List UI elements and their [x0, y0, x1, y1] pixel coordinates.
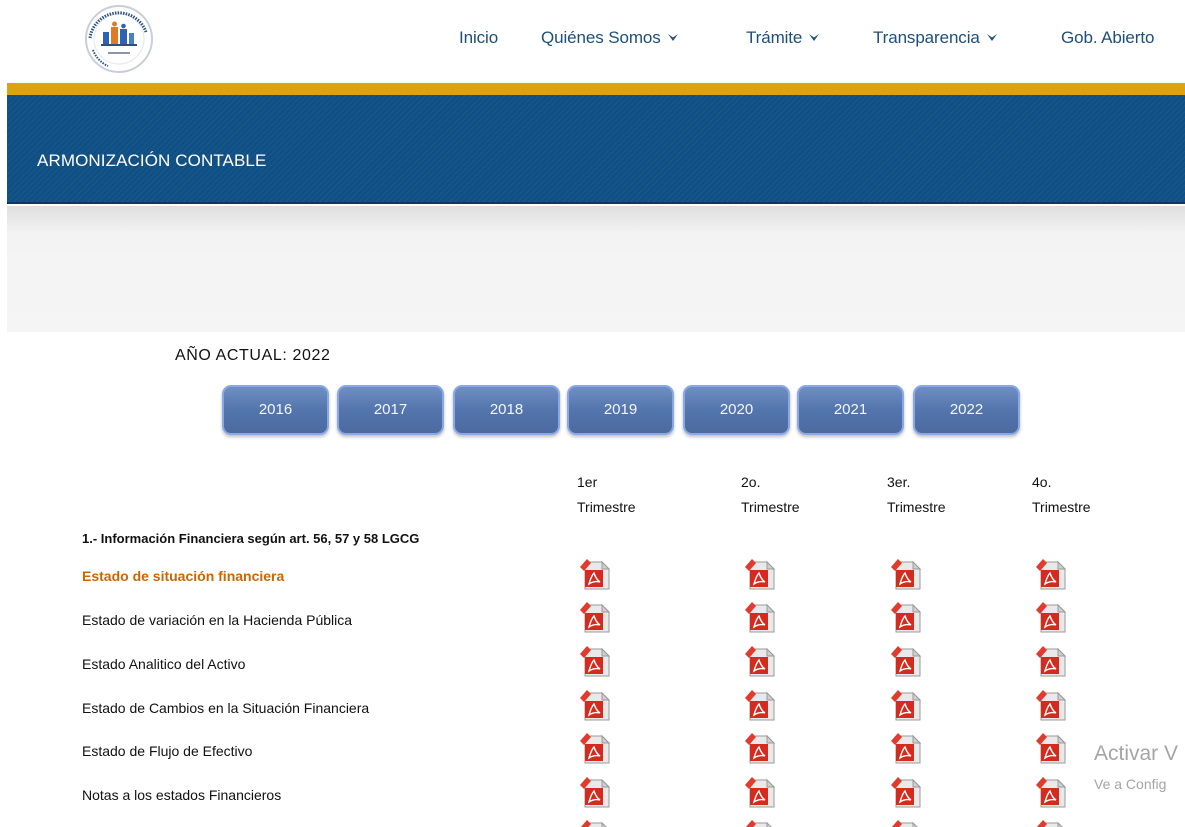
pdf-file-icon[interactable]	[889, 689, 922, 722]
column-header-line2: Trimestre	[1032, 499, 1091, 515]
pdf-file-icon[interactable]	[889, 819, 922, 827]
pdf-file-icon[interactable]	[889, 645, 922, 678]
row-label-flujo-efectivo: Estado de Flujo de Efectivo	[82, 743, 253, 759]
chevron-down-icon	[667, 34, 678, 41]
column-header-line1: 2o.	[741, 474, 761, 490]
row-label-estado-situacion-financiera[interactable]: Estado de situación financiera	[82, 568, 284, 584]
pdf-file-icon[interactable]	[578, 819, 611, 827]
pdf-file-icon[interactable]	[578, 558, 611, 591]
pdf-file-icon[interactable]	[889, 558, 922, 591]
nav-label: Transparencia	[873, 28, 980, 47]
nav-item-quienes-somos[interactable]: Quiénes Somos	[541, 28, 679, 48]
pdf-file-icon[interactable]	[1034, 558, 1067, 591]
column-header-q3: 3er. Trimestre	[887, 470, 987, 520]
column-header-q1: 1er Trimestre	[577, 470, 677, 520]
pdf-file-icon[interactable]	[1034, 645, 1067, 678]
main-nav: Inicio Quiénes Somos Trámite Transparenc…	[0, 28, 1185, 54]
section-heading: 1.- Información Financiera según art. 56…	[82, 531, 420, 546]
pdf-file-icon[interactable]	[743, 558, 776, 591]
pdf-file-icon[interactable]	[1034, 819, 1067, 827]
row-label-variacion-hacienda-publica: Estado de variación en la Hacienda Públi…	[82, 612, 353, 628]
pdf-file-icon[interactable]	[889, 732, 922, 765]
accent-strip	[7, 83, 1185, 95]
row-label-notas-estados-financieros: Notas a los estados Financieros	[82, 787, 282, 803]
nav-label: Inicio	[459, 28, 499, 47]
nav-item-gob-abierto[interactable]: Gob. Abierto	[1061, 28, 1154, 48]
pdf-file-icon[interactable]	[889, 776, 922, 809]
pdf-file-icon[interactable]	[1034, 689, 1067, 722]
chevron-down-icon	[809, 34, 820, 41]
column-header-line1: 4o.	[1032, 474, 1052, 490]
pdf-file-icon[interactable]	[578, 601, 611, 634]
year-button-2019[interactable]: 2019	[567, 385, 674, 435]
pdf-file-icon[interactable]	[743, 689, 776, 722]
column-header-line2: Trimestre	[741, 499, 800, 515]
year-button-2021[interactable]: 2021	[797, 385, 904, 435]
column-header-line2: Trimestre	[887, 499, 946, 515]
nav-item-transparencia[interactable]: Transparencia	[873, 28, 998, 48]
year-button-2020[interactable]: 2020	[683, 385, 790, 435]
year-button-2016[interactable]: 2016	[222, 385, 329, 435]
pdf-file-icon[interactable]	[743, 645, 776, 678]
pdf-file-icon[interactable]	[578, 732, 611, 765]
page-title: ARMONIZACIÓN CONTABLE	[37, 151, 267, 170]
column-header-q4: 4o. Trimestre	[1032, 470, 1132, 520]
pdf-file-icon[interactable]	[1034, 732, 1067, 765]
column-header-line1: 3er.	[887, 474, 911, 490]
pdf-file-icon[interactable]	[578, 689, 611, 722]
pdf-file-icon[interactable]	[743, 601, 776, 634]
pdf-file-icon[interactable]	[889, 601, 922, 634]
row-label-analitico-activo: Estado Analitico del Activo	[82, 656, 246, 672]
page-banner: ARMONIZACIÓN CONTABLE	[7, 95, 1185, 204]
year-button-2022[interactable]: 2022	[913, 385, 1020, 435]
pdf-file-icon[interactable]	[1034, 776, 1067, 809]
column-header-line1: 1er	[577, 474, 598, 490]
activation-watermark-subtitle: Ve a Config	[1094, 776, 1167, 792]
pdf-file-icon[interactable]	[743, 819, 776, 827]
pdf-file-icon[interactable]	[743, 776, 776, 809]
content-divider-band	[7, 206, 1185, 332]
nav-label: Gob. Abierto	[1061, 28, 1155, 47]
year-button-2017[interactable]: 2017	[337, 385, 444, 435]
chevron-down-icon	[986, 34, 997, 41]
current-year-label: AÑO ACTUAL: 2022	[175, 347, 331, 364]
pdf-file-icon[interactable]	[1034, 601, 1067, 634]
nav-item-inicio[interactable]: Inicio	[459, 28, 498, 48]
pdf-file-icon[interactable]	[743, 732, 776, 765]
nav-label: Quiénes Somos	[541, 28, 661, 47]
nav-label: Trámite	[746, 28, 803, 47]
column-header-q2: 2o. Trimestre	[741, 470, 841, 520]
row-label-cambios-situacion-financiera: Estado de Cambios en la Situación Financ…	[82, 700, 370, 716]
nav-item-tramite[interactable]: Trámite	[746, 28, 820, 48]
pdf-file-icon[interactable]	[578, 645, 611, 678]
activation-watermark-title: Activar V	[1094, 742, 1179, 765]
pdf-file-icon[interactable]	[578, 776, 611, 809]
year-button-2018[interactable]: 2018	[453, 385, 560, 435]
column-header-line2: Trimestre	[577, 499, 636, 515]
top-header: Inicio Quiénes Somos Trámite Transparenc…	[0, 0, 1185, 84]
